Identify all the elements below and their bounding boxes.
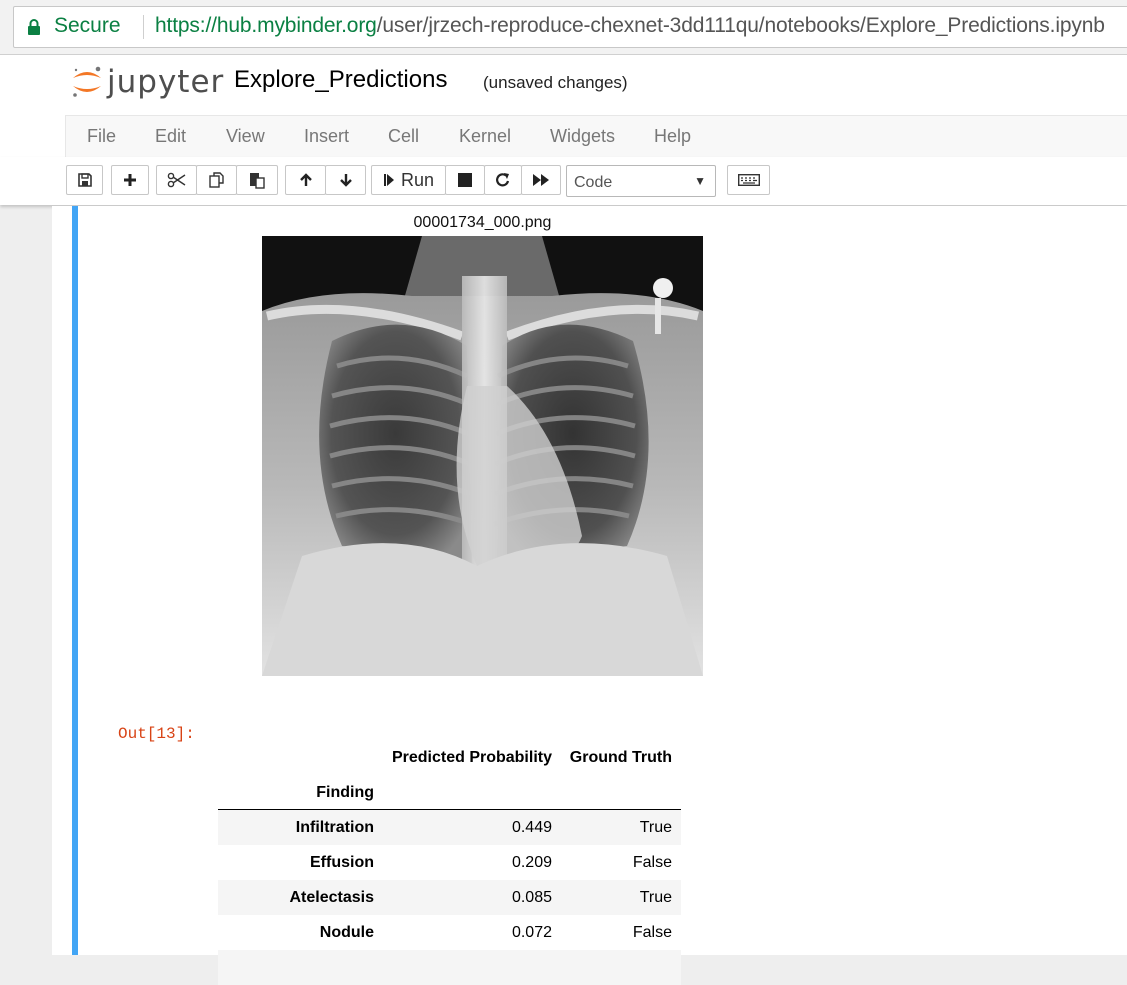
address-divider [143,15,144,39]
step-forward-icon [383,174,394,186]
ground-truth-cell: True [639,819,672,836]
cut-icon [167,172,185,188]
table-row: Infiltration 0.449 True [218,810,681,845]
copy-icon [208,172,224,188]
table-header-row: Predicted Probability Ground Truth [218,740,681,775]
menu-help[interactable]: Help [654,126,691,147]
finding-cell: Effusion [310,854,374,871]
probability-cell: 0.209 [511,854,552,871]
save-button[interactable] [66,165,103,195]
browser-address-bar: Secure https://hub.mybinder.org/user/jrz… [0,0,1127,54]
ground-truth-cell: False [632,854,672,871]
probability-cell: 0.072 [511,924,552,941]
menubar-container: File Edit View Insert Cell Kernel Widget… [0,115,1127,158]
save-icon [77,173,92,187]
run-button[interactable]: Run [371,165,446,195]
menu-view[interactable]: View [226,126,265,147]
fast-forward-icon [533,174,549,186]
column-header-ground-truth: Ground Truth [569,749,672,766]
table-row: Atelectasis 0.085 True [218,880,681,915]
interrupt-button[interactable] [445,165,485,195]
menu-widgets[interactable]: Widgets [550,126,615,147]
arrow-up-icon [299,173,312,186]
table-row: Effusion 0.209 False [218,845,681,880]
menu-kernel[interactable]: Kernel [459,126,511,147]
run-label: Run [400,169,435,190]
menu-insert[interactable]: Insert [304,126,349,147]
command-palette-button[interactable] [727,165,770,195]
probability-cell: 0.449 [511,819,552,836]
table-row: Nodule 0.072 False [218,915,681,950]
insert-cell-button[interactable] [111,165,149,195]
output-prompt: Out[13]: [118,725,195,743]
toolbar: Run Code ▼ [0,157,1127,205]
restart-icon [496,173,510,187]
stop-icon [458,173,472,187]
url-path: /user/jrzech-reproduce-chexnet-3dd111qu/… [376,14,1105,37]
jupyter-logo-text: jupyter [107,64,225,100]
notebook-name[interactable]: Explore_Predictions [234,66,447,94]
secure-label: Secure [54,14,121,37]
chest-xray-image [262,236,703,676]
cut-button[interactable] [156,165,197,195]
url-box[interactable]: Secure https://hub.mybinder.org/user/jrz… [13,6,1127,48]
paste-button[interactable] [236,165,278,195]
restart-kernel-button[interactable] [484,165,522,195]
keyboard-icon [737,174,760,186]
finding-cell: Nodule [319,924,374,941]
table-row-partial [218,950,681,985]
url-text[interactable]: https://hub.mybinder.org/user/jrzech-rep… [155,14,1105,38]
lock-icon [28,19,40,35]
save-status: (unsaved changes) [483,73,628,92]
finding-cell: Atelectasis [289,889,375,906]
jupyter-logo-icon[interactable] [70,64,104,100]
index-header-finding: Finding [316,784,374,801]
menu-edit[interactable]: Edit [155,126,186,147]
copy-button[interactable] [196,165,237,195]
ground-truth-cell: True [639,889,672,906]
plus-icon [124,174,136,186]
probability-cell: 0.085 [511,889,552,906]
dropdown-arrow-icon: ▼ [694,174,706,188]
cell-type-value: Code [574,174,613,191]
column-header-probability: Predicted Probability [391,749,552,766]
move-down-button[interactable] [325,165,366,195]
finding-cell: Infiltration [295,819,374,836]
selected-cell-indicator [72,206,78,955]
jupyter-header: jupyter Explore_Predictions (unsaved cha… [0,54,1127,116]
run-all-button[interactable] [521,165,561,195]
cell-type-select[interactable]: Code ▼ [566,165,716,197]
menu-file[interactable]: File [87,126,116,147]
move-up-button[interactable] [285,165,326,195]
table-index-row: Finding [218,775,681,810]
arrow-down-icon [339,174,352,187]
menubar: File Edit View Insert Cell Kernel Widget… [65,115,1127,158]
paste-icon [250,173,265,189]
url-host: https://hub.mybinder.org [155,14,377,37]
ground-truth-cell: False [632,924,672,941]
image-title: 00001734_000.png [413,214,552,231]
menu-cell[interactable]: Cell [388,126,419,147]
